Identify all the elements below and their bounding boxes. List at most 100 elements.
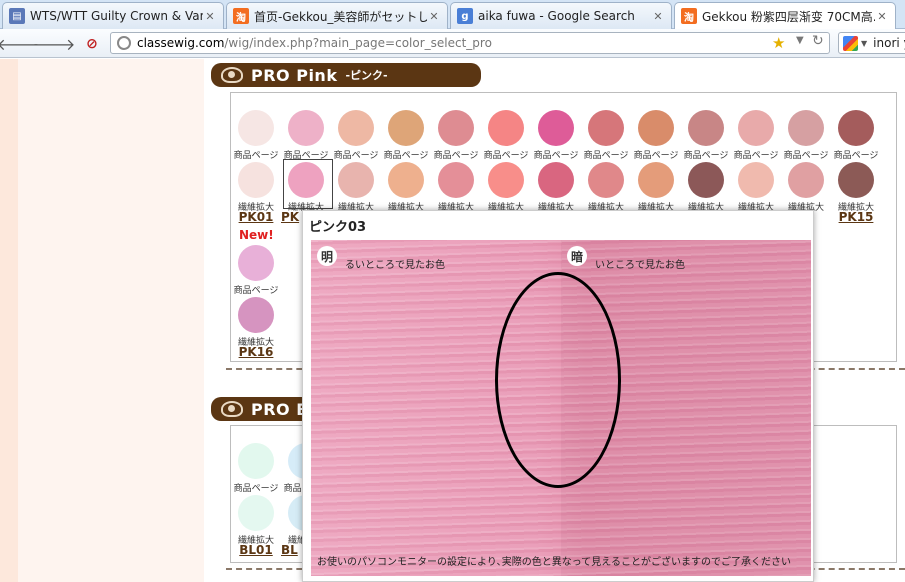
tab-strip: ▤ WTS/WTT Guilty Crown & Vam... ✕ 淘 首页-G… xyxy=(0,0,905,29)
tab-wts-guilty-crown[interactable]: ▤ WTS/WTT Guilty Crown & Vam... ✕ xyxy=(2,2,224,29)
left-strip xyxy=(0,59,18,582)
fiber-swatch[interactable] xyxy=(488,162,524,198)
close-icon[interactable]: ✕ xyxy=(203,10,217,23)
fiber-swatch[interactable] xyxy=(588,162,624,198)
product-page-link[interactable]: 商品ページ xyxy=(481,148,531,161)
color-swatch[interactable] xyxy=(288,110,324,146)
fiber-swatch[interactable] xyxy=(738,162,774,198)
url-path: /wig/index.php?main_page=color_select_pr… xyxy=(224,36,492,50)
star-icon[interactable]: ★ xyxy=(772,34,785,52)
product-page-link[interactable]: 商品ページ xyxy=(731,148,781,161)
color-swatch[interactable] xyxy=(388,110,424,146)
taobao-icon: 淘 xyxy=(233,8,249,24)
crown-icon xyxy=(221,67,243,83)
disclaimer-text: お使いのパソコンモニターの設定により､実際の色と異なって見えることがございますの… xyxy=(317,557,791,568)
color-code[interactable]: PK01 xyxy=(231,210,281,224)
color-swatch[interactable] xyxy=(338,110,374,146)
color-swatch[interactable] xyxy=(838,110,874,146)
section-header-pink: PRO Pink -ピンク- xyxy=(211,63,481,87)
selected-swatch-outline xyxy=(283,159,333,209)
fiber-swatch[interactable] xyxy=(338,162,374,198)
color-preview-popup: ピンク03 明 るいところで見たお色 暗 いところで見たお色 お使いのパソコンモ… xyxy=(302,210,814,582)
product-page-link[interactable]: 商品ページ xyxy=(531,148,581,161)
page-icon xyxy=(117,36,131,50)
reload-icon[interactable]: ↻ xyxy=(812,33,824,49)
color-swatch[interactable] xyxy=(238,245,274,281)
color-swatch[interactable] xyxy=(588,110,624,146)
color-swatch[interactable] xyxy=(238,443,274,479)
product-page-link[interactable]: 商品ページ xyxy=(581,148,631,161)
document-icon: ▤ xyxy=(9,8,25,24)
color-swatch[interactable] xyxy=(538,110,574,146)
color-code[interactable]: PK15 xyxy=(831,210,881,224)
product-page-link[interactable]: 商品ページ xyxy=(781,148,831,161)
color-swatch[interactable] xyxy=(688,110,724,146)
dark-caption: いところで見たお色 xyxy=(595,260,685,271)
fiber-swatch[interactable] xyxy=(688,162,724,198)
google-logo-icon xyxy=(843,35,858,51)
tab-title: 首页-Gekkou_美容師がセットした... xyxy=(254,9,427,24)
back-arrow-icon[interactable]: 🡐 xyxy=(0,33,39,55)
address-bar[interactable]: classewig.com/wig/index.php?main_page=co… xyxy=(110,32,830,54)
google-icon: g xyxy=(457,8,473,24)
product-page-link[interactable]: 商品ページ xyxy=(231,283,281,296)
page-content: PRO Pink -ピンク- 商品ページ 商品ページ 商品ページ 商品ページ 商品ページ… xyxy=(0,59,905,582)
light-badge: 明 xyxy=(317,246,337,266)
color-code[interactable]: BL xyxy=(281,543,301,557)
section-subtitle: -ピンク- xyxy=(345,69,388,82)
fiber-swatch[interactable] xyxy=(238,162,274,198)
fiber-swatch[interactable] xyxy=(788,162,824,198)
fiber-swatch[interactable] xyxy=(438,162,474,198)
tab-title: aika fuwa - Google Search xyxy=(478,9,635,23)
hair-fiber-image: 明 るいところで見たお色 暗 いところで見たお色 お使いのパソコンモニターの設定… xyxy=(311,240,811,576)
chevron-down-icon[interactable]: ▼ xyxy=(796,35,804,46)
color-swatch[interactable] xyxy=(488,110,524,146)
tab-title: Gekkou 粉紫四层渐变 70CM高... xyxy=(702,9,875,24)
color-swatch[interactable] xyxy=(788,110,824,146)
url-host: classewig.com xyxy=(137,36,225,50)
product-page-link[interactable]: 商品ページ xyxy=(431,148,481,161)
blocked-icon[interactable]: ⊘ xyxy=(80,33,104,55)
search-input[interactable]: ▼ inori y xyxy=(838,32,905,54)
color-code[interactable]: BL01 xyxy=(231,543,281,557)
section-title: PRO Pink xyxy=(251,65,338,85)
product-page-link[interactable]: 商品ページ xyxy=(631,148,681,161)
product-page-link[interactable]: 商品ページ xyxy=(831,148,881,161)
light-caption: るいところで見たお色 xyxy=(345,260,445,271)
color-swatch[interactable] xyxy=(238,110,274,146)
left-sidebar xyxy=(18,59,204,582)
crown-icon xyxy=(221,401,243,417)
color-code[interactable]: PK16 xyxy=(231,345,281,359)
fiber-swatch[interactable] xyxy=(638,162,674,198)
product-page-link[interactable]: 商品ページ xyxy=(231,481,281,494)
color-swatch[interactable] xyxy=(738,110,774,146)
tab-google-search[interactable]: g aika fuwa - Google Search ✕ xyxy=(450,2,672,29)
tab-gekkou-home[interactable]: 淘 首页-Gekkou_美容師がセットした... ✕ xyxy=(226,2,448,29)
fiber-swatch[interactable] xyxy=(838,162,874,198)
browser-toolbar: 🡐 🡒 ⊘ classewig.com/wig/index.php?main_p… xyxy=(0,29,905,58)
popup-title: ピンク03 xyxy=(309,220,367,235)
tab-title: WTS/WTT Guilty Crown & Vam... xyxy=(30,9,203,23)
color-swatch[interactable] xyxy=(438,110,474,146)
product-page-link[interactable]: 商品ページ xyxy=(381,148,431,161)
fiber-swatch[interactable] xyxy=(238,495,274,531)
search-value: inori y xyxy=(873,36,905,50)
taobao-icon: 淘 xyxy=(681,8,697,24)
product-page-link[interactable]: 商品ページ xyxy=(231,148,281,161)
fiber-swatch[interactable] xyxy=(238,297,274,333)
fiber-swatch[interactable] xyxy=(538,162,574,198)
section-title: PRO B xyxy=(251,399,309,419)
color-code[interactable]: PK xyxy=(281,210,301,224)
forward-arrow-icon[interactable]: 🡒 xyxy=(33,33,76,55)
product-page-link[interactable]: 商品ページ xyxy=(331,148,381,161)
dark-badge: 暗 xyxy=(567,246,587,266)
close-icon[interactable]: ✕ xyxy=(427,10,441,23)
close-icon[interactable]: ✕ xyxy=(651,10,665,23)
chevron-down-icon: ▼ xyxy=(861,38,868,48)
tab-gekkou-product[interactable]: 淘 Gekkou 粉紫四层渐变 70CM高... ✕ xyxy=(674,2,896,29)
product-page-link[interactable]: 商品ページ xyxy=(681,148,731,161)
fiber-swatch[interactable] xyxy=(388,162,424,198)
highlight-ellipse xyxy=(495,272,621,488)
color-swatch[interactable] xyxy=(638,110,674,146)
close-icon[interactable]: ✕ xyxy=(875,10,889,23)
